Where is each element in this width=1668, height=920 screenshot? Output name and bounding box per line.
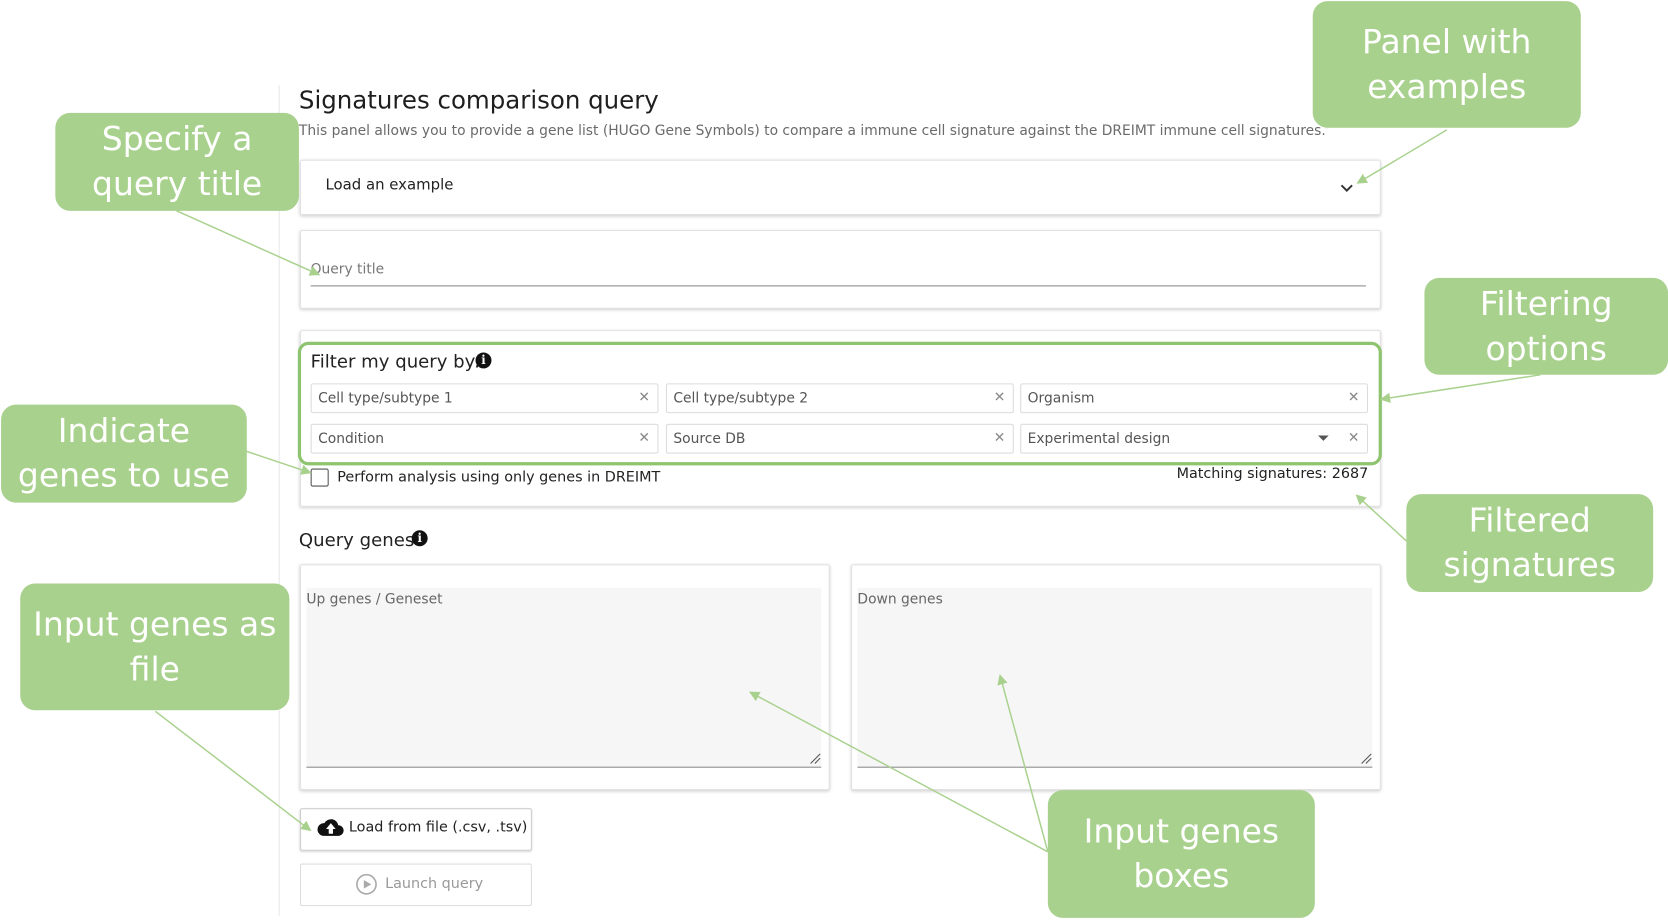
callout-line: Specify a xyxy=(101,120,253,159)
callout-line: boxes xyxy=(1133,857,1230,896)
arrow-filtering xyxy=(1379,374,1541,404)
arrow-filtered xyxy=(1355,494,1407,542)
callout-query-title: Specify a query title xyxy=(55,112,299,211)
callout-input-file: Input genes as file xyxy=(20,583,290,711)
callout-indicate-genes: Indicate genes to use xyxy=(1,404,247,503)
callout-panel-examples: Panel with examples xyxy=(1312,1,1581,128)
callout-input-boxes: Input genes boxes xyxy=(1047,790,1315,918)
callout-line: Input genes xyxy=(1083,812,1280,851)
callout-filtering: Filtering options xyxy=(1424,277,1668,375)
callout-line: file xyxy=(129,650,180,689)
callout-line: Filtering xyxy=(1479,284,1613,324)
callout-line: Indicate xyxy=(57,412,191,451)
arrow-input-file xyxy=(154,710,312,832)
callout-line: query title xyxy=(92,165,263,204)
callout-line: Filtered xyxy=(1468,501,1591,540)
callout-line: Panel with xyxy=(1362,22,1532,62)
arrow-input-box-down xyxy=(997,674,1049,853)
callout-line: examples xyxy=(1367,67,1527,106)
callout-line: genes to use xyxy=(17,456,230,496)
callout-line: options xyxy=(1485,329,1607,368)
arrow-panel-examples xyxy=(1356,129,1448,184)
arrow-query-title xyxy=(176,210,321,276)
callout-filtered-signatures: Filtered signatures xyxy=(1406,494,1654,593)
arrow-indicate-genes xyxy=(246,450,312,475)
arrow-input-box-up xyxy=(749,691,1049,853)
callout-line: signatures xyxy=(1443,546,1617,585)
callout-line: Input genes as xyxy=(33,605,277,644)
